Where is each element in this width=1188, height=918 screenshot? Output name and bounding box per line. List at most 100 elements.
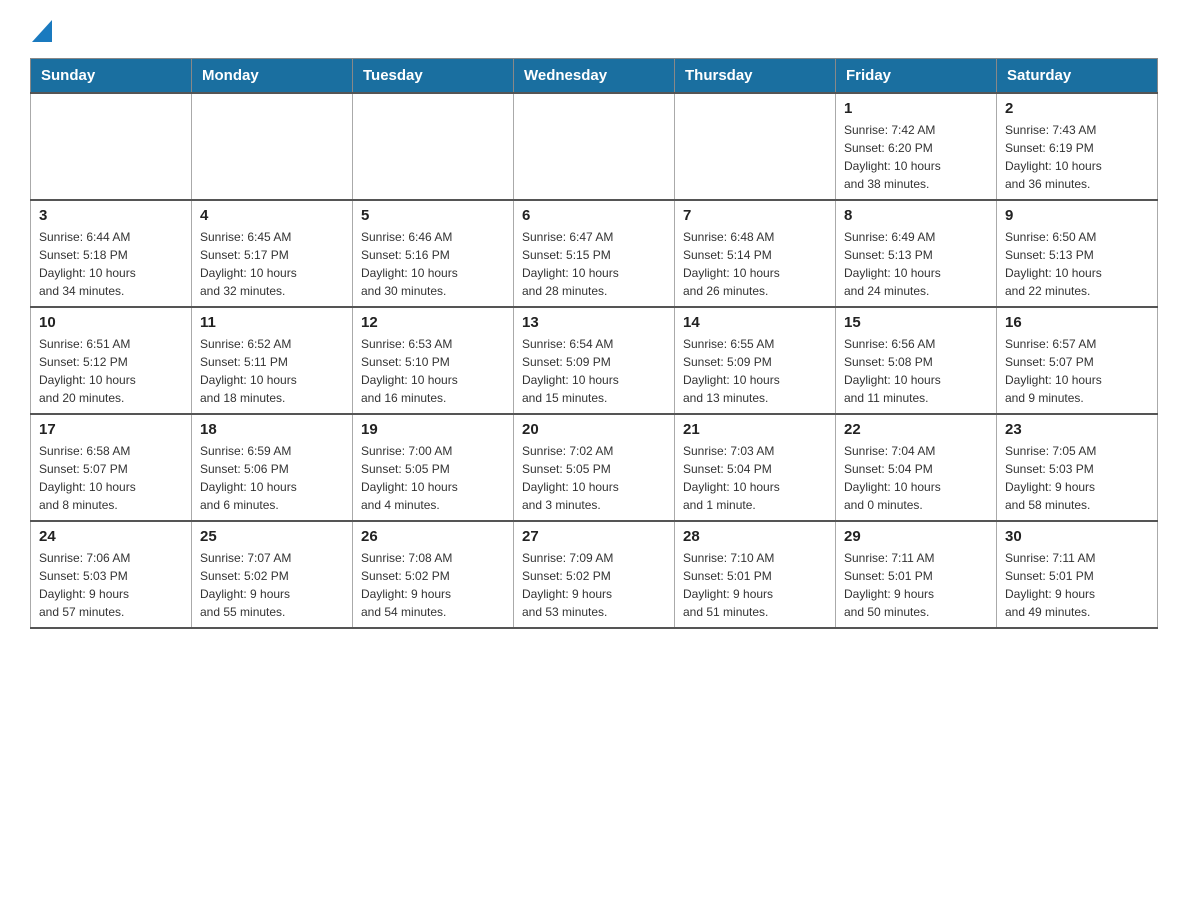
calendar-week-row: 10 Sunrise: 6:51 AM Sunset: 5:12 PM Dayli… [31,307,1158,414]
calendar-cell: 13Sunrise: 6:54 AM Sunset: 5:09 PM Dayli… [514,307,675,414]
day-info: Sunrise: 6:50 AM Sunset: 5:13 PM Dayligh… [1005,228,1149,300]
calendar-cell: 20 Sunrise: 7:02 AM Sunset: 5:05 PM Dayli… [514,414,675,521]
calendar-cell: 8 Sunrise: 6:49 AM Sunset: 5:13 PM Daylig… [836,200,997,307]
calendar-cell: 9 Sunrise: 6:50 AM Sunset: 5:13 PM Daylig… [997,200,1158,307]
day-info: Sunrise: 6:52 AM Sunset: 5:11 PM Dayligh… [200,335,344,407]
calendar-cell: 30Sunrise: 7:11 AM Sunset: 5:01 PM Dayli… [997,521,1158,628]
calendar-cell: 2 Sunrise: 7:43 AM Sunset: 6:19 PM Daylig… [997,93,1158,200]
calendar-cell: 27 Sunrise: 7:09 AM Sunset: 5:02 PM Dayli… [514,521,675,628]
day-info: Sunrise: 6:56 AM Sunset: 5:08 PM Dayligh… [844,335,988,407]
day-number: 4 [200,207,344,224]
weekday-header-tuesday: Tuesday [353,59,514,94]
calendar-cell: 28 Sunrise: 7:10 AM Sunset: 5:01 PM Dayli… [675,521,836,628]
day-info: Sunrise: 6:53 AM Sunset: 5:10 PM Dayligh… [361,335,505,407]
day-number: 15 [844,314,988,331]
calendar-header-row: SundayMondayTuesdayWednesdayThursdayFrid… [31,59,1158,94]
calendar-cell [353,93,514,200]
day-number: 26 [361,528,505,545]
calendar-week-row: 1 Sunrise: 7:42 AM Sunset: 6:20 PM Daylig… [31,93,1158,200]
calendar-cell: 7 Sunrise: 6:48 AM Sunset: 5:14 PM Daylig… [675,200,836,307]
day-info: Sunrise: 6:57 AM Sunset: 5:07 PM Dayligh… [1005,335,1149,407]
calendar-cell: 14 Sunrise: 6:55 AM Sunset: 5:09 PM Dayli… [675,307,836,414]
calendar-cell [675,93,836,200]
calendar-cell: 25Sunrise: 7:07 AM Sunset: 5:02 PM Dayli… [192,521,353,628]
day-info: Sunrise: 7:06 AM Sunset: 5:03 PM Dayligh… [39,549,183,621]
day-info: Sunrise: 7:03 AM Sunset: 5:04 PM Dayligh… [683,442,827,514]
day-info: Sunrise: 6:58 AM Sunset: 5:07 PM Dayligh… [39,442,183,514]
weekday-header-wednesday: Wednesday [514,59,675,94]
calendar-cell [31,93,192,200]
day-info: Sunrise: 7:02 AM Sunset: 5:05 PM Dayligh… [522,442,666,514]
calendar-week-row: 3 Sunrise: 6:44 AM Sunset: 5:18 PM Daylig… [31,200,1158,307]
day-number: 7 [683,207,827,224]
weekday-header-friday: Friday [836,59,997,94]
day-number: 11 [200,314,344,331]
day-number: 10 [39,314,183,331]
day-info: Sunrise: 6:46 AM Sunset: 5:16 PM Dayligh… [361,228,505,300]
day-number: 28 [683,528,827,545]
calendar-cell: 26Sunrise: 7:08 AM Sunset: 5:02 PM Dayli… [353,521,514,628]
day-number: 29 [844,528,988,545]
day-info: Sunrise: 6:47 AM Sunset: 5:15 PM Dayligh… [522,228,666,300]
day-info: Sunrise: 6:48 AM Sunset: 5:14 PM Dayligh… [683,228,827,300]
calendar-cell: 1 Sunrise: 7:42 AM Sunset: 6:20 PM Daylig… [836,93,997,200]
calendar-cell: 3 Sunrise: 6:44 AM Sunset: 5:18 PM Daylig… [31,200,192,307]
calendar-cell: 15 Sunrise: 6:56 AM Sunset: 5:08 PM Dayli… [836,307,997,414]
day-info: Sunrise: 7:09 AM Sunset: 5:02 PM Dayligh… [522,549,666,621]
day-info: Sunrise: 6:55 AM Sunset: 5:09 PM Dayligh… [683,335,827,407]
day-number: 8 [844,207,988,224]
calendar-cell: 17 Sunrise: 6:58 AM Sunset: 5:07 PM Dayli… [31,414,192,521]
calendar-cell: 4 Sunrise: 6:45 AM Sunset: 5:17 PM Daylig… [192,200,353,307]
weekday-header-saturday: Saturday [997,59,1158,94]
day-number: 2 [1005,100,1149,117]
day-info: Sunrise: 7:43 AM Sunset: 6:19 PM Dayligh… [1005,121,1149,193]
calendar-cell: 23 Sunrise: 7:05 AM Sunset: 5:03 PM Dayli… [997,414,1158,521]
calendar-cell: 21 Sunrise: 7:03 AM Sunset: 5:04 PM Dayli… [675,414,836,521]
day-number: 6 [522,207,666,224]
day-number: 24 [39,528,183,545]
day-info: Sunrise: 6:49 AM Sunset: 5:13 PM Dayligh… [844,228,988,300]
day-number: 20 [522,421,666,438]
day-number: 19 [361,421,505,438]
calendar-cell [514,93,675,200]
day-number: 12 [361,314,505,331]
day-info: Sunrise: 6:59 AM Sunset: 5:06 PM Dayligh… [200,442,344,514]
calendar-cell: 10 Sunrise: 6:51 AM Sunset: 5:12 PM Dayli… [31,307,192,414]
calendar-cell: 22Sunrise: 7:04 AM Sunset: 5:04 PM Dayli… [836,414,997,521]
day-number: 21 [683,421,827,438]
calendar-cell: 24 Sunrise: 7:06 AM Sunset: 5:03 PM Dayli… [31,521,192,628]
day-info: Sunrise: 6:45 AM Sunset: 5:17 PM Dayligh… [200,228,344,300]
calendar-cell [192,93,353,200]
day-number: 9 [1005,207,1149,224]
day-info: Sunrise: 6:44 AM Sunset: 5:18 PM Dayligh… [39,228,183,300]
calendar-cell: 19 Sunrise: 7:00 AM Sunset: 5:05 PM Dayli… [353,414,514,521]
day-info: Sunrise: 7:07 AM Sunset: 5:02 PM Dayligh… [200,549,344,621]
day-info: Sunrise: 7:05 AM Sunset: 5:03 PM Dayligh… [1005,442,1149,514]
day-number: 27 [522,528,666,545]
day-number: 17 [39,421,183,438]
day-number: 30 [1005,528,1149,545]
calendar-cell: 29 Sunrise: 7:11 AM Sunset: 5:01 PM Dayli… [836,521,997,628]
page-header [30,20,1158,38]
calendar-cell: 16 Sunrise: 6:57 AM Sunset: 5:07 PM Dayli… [997,307,1158,414]
day-number: 5 [361,207,505,224]
day-number: 1 [844,100,988,117]
day-number: 16 [1005,314,1149,331]
day-info: Sunrise: 6:54 AM Sunset: 5:09 PM Dayligh… [522,335,666,407]
calendar-cell: 18Sunrise: 6:59 AM Sunset: 5:06 PM Dayli… [192,414,353,521]
day-number: 3 [39,207,183,224]
day-number: 14 [683,314,827,331]
day-number: 23 [1005,421,1149,438]
calendar-week-row: 17 Sunrise: 6:58 AM Sunset: 5:07 PM Dayli… [31,414,1158,521]
logo-triangle-icon [32,20,52,42]
day-info: Sunrise: 6:51 AM Sunset: 5:12 PM Dayligh… [39,335,183,407]
weekday-header-monday: Monday [192,59,353,94]
day-info: Sunrise: 7:42 AM Sunset: 6:20 PM Dayligh… [844,121,988,193]
day-info: Sunrise: 7:00 AM Sunset: 5:05 PM Dayligh… [361,442,505,514]
logo [30,20,52,38]
day-info: Sunrise: 7:11 AM Sunset: 5:01 PM Dayligh… [844,549,988,621]
calendar-cell: 5 Sunrise: 6:46 AM Sunset: 5:16 PM Daylig… [353,200,514,307]
day-info: Sunrise: 7:04 AM Sunset: 5:04 PM Dayligh… [844,442,988,514]
day-info: Sunrise: 7:10 AM Sunset: 5:01 PM Dayligh… [683,549,827,621]
weekday-header-thursday: Thursday [675,59,836,94]
